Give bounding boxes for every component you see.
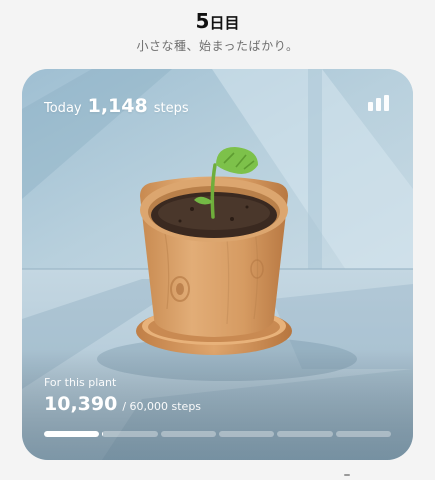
page-header: 5日目 小さな種、始まったばかり。: [0, 8, 435, 54]
day-subtitle: 小さな種、始まったばかり。: [136, 39, 299, 53]
scroll-indicator: [344, 474, 350, 476]
today-steps-value: 1,148: [87, 95, 148, 117]
plant-steps-value: 10,390: [44, 393, 118, 415]
today-steps-unit: steps: [153, 101, 189, 116]
progress-segment-fill: [102, 431, 104, 437]
plant-steps-goal: / 60,000 steps: [122, 400, 202, 413]
progress-segment: [218, 431, 275, 437]
bar-chart-icon[interactable]: [368, 95, 390, 111]
plant-label: For this plant: [44, 376, 117, 389]
progress-segment: [160, 431, 216, 437]
progress-segment-fill: [44, 431, 100, 437]
plant-progress-bar: [44, 431, 391, 437]
progress-segment: [44, 431, 100, 437]
day-title: 5日目: [0, 8, 435, 36]
today-label: Today: [44, 101, 82, 116]
day-number: 5: [195, 9, 210, 33]
progress-segment: [335, 431, 391, 437]
today-steps: Today 1,148 steps: [44, 95, 189, 117]
progress-segment: [102, 431, 158, 437]
plant-progress-info: For this plant 10,390 / 60,000 steps: [44, 376, 201, 415]
plant-card[interactable]: Today 1,148 steps For this plant 10,390 …: [22, 69, 413, 460]
progress-segment: [277, 431, 333, 437]
day-unit: 日目: [209, 14, 240, 32]
